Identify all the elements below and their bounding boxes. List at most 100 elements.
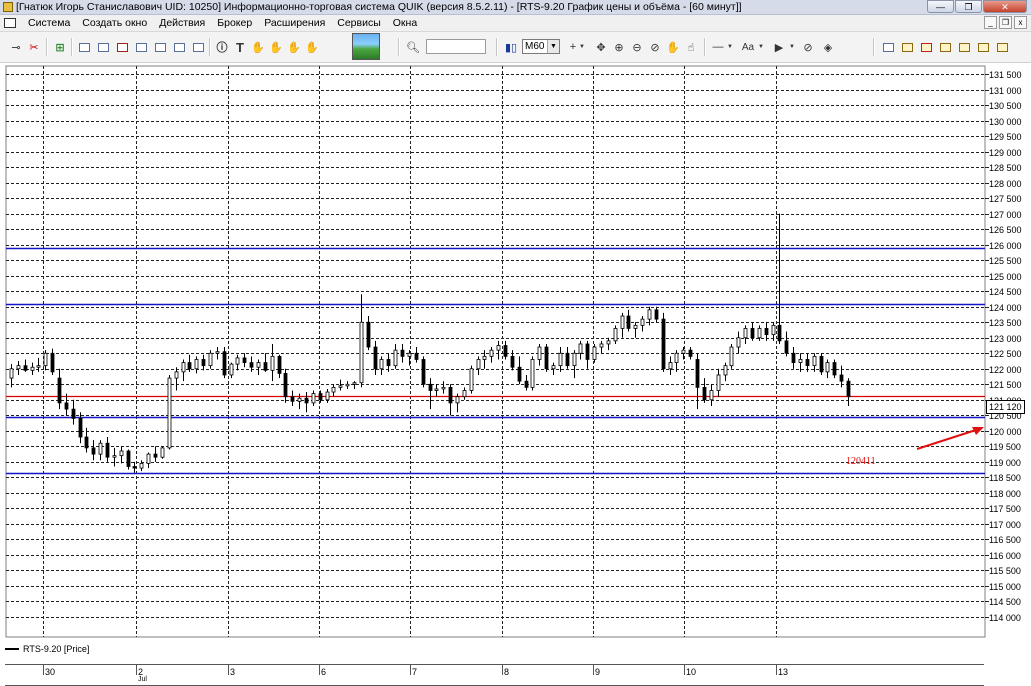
minimize-button[interactable]: — — [927, 0, 954, 13]
window-menu-icon[interactable] — [4, 18, 16, 28]
select-hand-icon[interactable]: ☝ — [683, 39, 699, 55]
candle-down — [105, 442, 110, 458]
price-label: 124 000 — [989, 303, 1022, 313]
title-bar: [Гнатюк Игорь Станиславович UID: 10250] … — [0, 0, 1031, 15]
candle-down — [421, 359, 426, 385]
export-window-icon[interactable] — [975, 39, 991, 55]
landscape-image-icon[interactable] — [352, 33, 380, 60]
candle-up — [338, 385, 343, 388]
search-icon[interactable]: 🔍︎ — [405, 39, 421, 55]
candle-down — [78, 418, 83, 438]
chart-window[interactable]: 131 500 131 000 130 500 130 000 129 500 129 0… — [0, 63, 1031, 686]
new-table-icon[interactable]: ⊞ — [52, 39, 68, 55]
candle-up — [743, 328, 748, 339]
alert-icon[interactable]: ⓘ — [214, 39, 230, 55]
maximize-button[interactable]: ❐ — [955, 0, 982, 13]
candle-up — [434, 388, 439, 391]
date-label: 7 — [412, 667, 418, 677]
price-label: 116 000 — [989, 551, 1021, 561]
price-label: 121 500 — [989, 380, 1022, 390]
candle-up — [379, 359, 384, 370]
candle-up — [119, 450, 124, 457]
report-window-icon[interactable] — [994, 39, 1010, 55]
candle-down — [222, 351, 227, 376]
orders-window-icon[interactable] — [95, 39, 111, 55]
hand-tool-3-icon[interactable]: ✋ — [286, 39, 302, 55]
chart-settings-icon[interactable] — [880, 39, 896, 55]
candle-up — [771, 324, 776, 336]
menu-create-window[interactable]: Создать окно — [76, 15, 153, 31]
interval-select[interactable]: M60 ▼ — [522, 39, 560, 54]
price-label: 123 500 — [989, 318, 1022, 328]
price-label: 119 000 — [989, 458, 1021, 468]
chevron-down-icon[interactable]: ▼ — [547, 40, 559, 53]
limits-window-icon[interactable] — [171, 39, 187, 55]
candle-up — [674, 352, 679, 363]
pan-icon[interactable]: ✋ — [665, 39, 681, 55]
price-label: 117 000 — [989, 520, 1021, 530]
menu-actions[interactable]: Действия — [153, 15, 211, 31]
date-label: 10 — [686, 667, 697, 677]
line-tool-icon[interactable]: — — [710, 39, 726, 55]
candle-down — [318, 393, 323, 401]
price-label: 131 500 — [989, 70, 1022, 80]
candle-up — [160, 447, 165, 458]
candle-down — [283, 373, 288, 398]
copy-window-icon[interactable] — [937, 39, 953, 55]
line-dropdown-icon[interactable]: ▼ — [726, 39, 734, 55]
print-window-icon[interactable] — [956, 39, 972, 55]
hand-tool-2-icon[interactable]: ✋ — [268, 39, 284, 55]
hand-tool-4-icon[interactable]: ✋ — [304, 39, 320, 55]
candle-up — [729, 346, 734, 367]
menu-extensions[interactable]: Расширения — [258, 15, 331, 31]
eraser-icon[interactable]: ⊘ — [800, 39, 816, 55]
crosshair-dropdown-icon[interactable]: ▼ — [578, 39, 586, 55]
font-icon[interactable]: Aa — [740, 39, 756, 55]
disconnect-icon[interactable]: ✂ — [26, 39, 42, 55]
delete-window-icon[interactable] — [918, 39, 934, 55]
fill-dropdown-icon[interactable]: ▼ — [788, 39, 796, 55]
date-axis[interactable]: 30 2 3 6 7 8 9 10 13 Jul — [5, 664, 984, 686]
chart-window-icon[interactable] — [133, 39, 149, 55]
candle-up — [345, 383, 350, 387]
mdi-close-button[interactable]: x — [1014, 16, 1027, 29]
menu-system[interactable]: Система — [22, 15, 76, 31]
zoom-out-icon[interactable]: ⊖ — [629, 39, 645, 55]
font-dropdown-icon[interactable]: ▼ — [757, 39, 765, 55]
hand-tool-icon[interactable]: ✋ — [250, 39, 266, 55]
mdi-minimize-button[interactable]: _ — [984, 16, 997, 29]
portfolio-window-icon[interactable] — [190, 39, 206, 55]
close-button[interactable]: ✕ — [983, 0, 1027, 13]
date-sublabel: Jul — [138, 676, 147, 683]
connect-icon[interactable]: ⊸ — [8, 39, 24, 55]
move-icon[interactable]: ✥ — [593, 39, 609, 55]
candle-down — [400, 349, 405, 357]
candle-up — [668, 362, 673, 370]
fill-icon[interactable]: ▶ — [771, 39, 787, 55]
menu-windows[interactable]: Окна — [387, 15, 423, 31]
positions-window-icon[interactable] — [152, 39, 168, 55]
candle-up — [455, 396, 460, 404]
edit-window-icon[interactable] — [899, 39, 915, 55]
candle-down — [249, 362, 254, 368]
candle-up — [30, 366, 35, 371]
candle-up — [98, 442, 103, 455]
search-input[interactable] — [426, 39, 486, 54]
candle-up — [551, 365, 556, 370]
price-label: 122 500 — [989, 349, 1022, 359]
properties-icon[interactable]: ◈ — [820, 39, 836, 55]
menu-broker[interactable]: Брокер — [211, 15, 258, 31]
candle-down — [695, 359, 700, 388]
mdi-restore-button[interactable]: ❐ — [999, 16, 1012, 29]
ruler-icon[interactable]: ⊘ — [647, 39, 663, 55]
candle-up — [352, 382, 357, 385]
menu-services[interactable]: Сервисы — [331, 15, 387, 31]
trades-window-icon[interactable] — [114, 39, 130, 55]
chart-type-icon[interactable]: ▮▯ — [503, 39, 519, 55]
candle-down — [661, 318, 666, 370]
text-tool-icon[interactable]: T — [232, 39, 248, 55]
zoom-in-icon[interactable]: ⊕ — [611, 39, 627, 55]
price-chart[interactable]: 131 500 131 000 130 500 130 000 129 500 129 0… — [0, 63, 1031, 661]
quotes-window-icon[interactable] — [76, 39, 92, 55]
candle-up — [229, 363, 234, 376]
